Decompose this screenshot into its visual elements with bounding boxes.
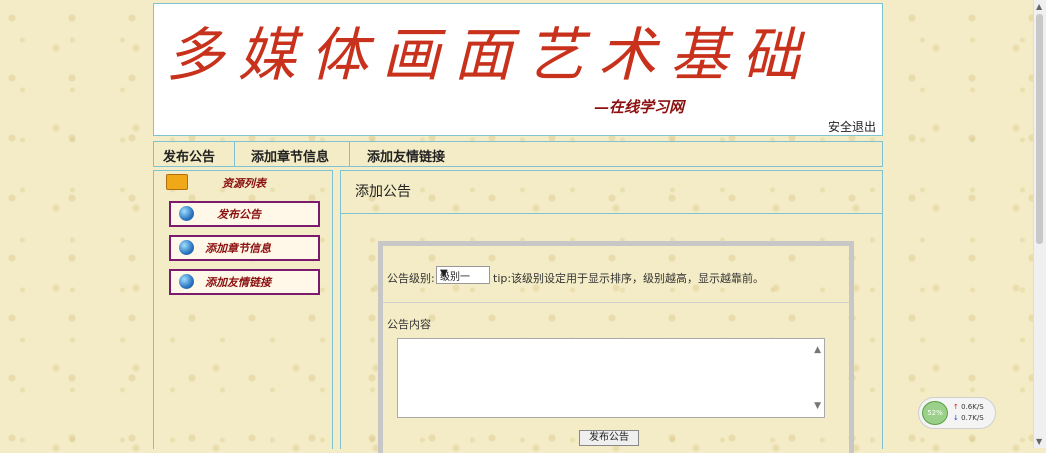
page-scrollbar[interactable]: ▲ ▼ bbox=[1033, 0, 1046, 448]
globe-icon bbox=[179, 274, 194, 289]
chevron-down-icon: ▼ bbox=[440, 268, 448, 279]
page-title: 添加公告 bbox=[355, 184, 411, 200]
globe-icon bbox=[179, 206, 194, 221]
main-panel-header: 添加公告 bbox=[341, 171, 882, 214]
nav-item-add-link[interactable]: 添加友情链接 bbox=[367, 146, 445, 165]
chevron-up-icon[interactable]: ▲ bbox=[1036, 2, 1042, 11]
sidebar-item-label: 发布公告 bbox=[217, 208, 261, 221]
level-select[interactable]: 级别一 ▼ bbox=[436, 266, 490, 284]
download-speed: ↓ 0.7K/S bbox=[953, 414, 984, 422]
upload-speed: ↑ 0.6K/S bbox=[953, 403, 984, 411]
network-usage-percent: 52% bbox=[922, 401, 948, 425]
content-label: 公告内容 bbox=[387, 318, 431, 331]
scroll-down-icon[interactable]: ▼ bbox=[814, 401, 821, 411]
folder-icon bbox=[166, 174, 188, 190]
sidebar-title: 资源列表 bbox=[222, 177, 266, 190]
sidebar: 资源列表 发布公告 添加章节信息 添加友情链接 bbox=[153, 170, 333, 449]
site-title: 多媒体画面艺术基础 bbox=[166, 21, 815, 89]
sidebar-item-label: 添加友情链接 bbox=[205, 276, 271, 289]
level-row: 公告级别: 级别一 ▼ tip:该级别设定用于显示排序，级别越高，显示越靠前。 bbox=[383, 246, 849, 303]
arrow-down-icon: ↓ bbox=[953, 414, 959, 422]
publish-notice-button[interactable]: 发布公告 bbox=[579, 430, 639, 446]
sidebar-item-publish-notice[interactable]: 发布公告 bbox=[169, 201, 320, 227]
level-label: 公告级别: bbox=[387, 272, 435, 285]
scrollbar-thumb[interactable] bbox=[1036, 14, 1043, 244]
site-header: 多媒体画面艺术基础 —在线学习网 安全退出 bbox=[153, 3, 883, 136]
level-hint: tip:该级别设定用于显示排序，级别越高，显示越靠前。 bbox=[493, 272, 765, 285]
globe-icon bbox=[179, 240, 194, 255]
chevron-down-icon[interactable]: ▼ bbox=[1036, 437, 1042, 446]
sidebar-item-label: 添加章节信息 bbox=[205, 242, 271, 255]
sidebar-item-add-link[interactable]: 添加友情链接 bbox=[169, 269, 320, 295]
logout-link[interactable]: 安全退出 bbox=[828, 118, 876, 135]
notice-form: 公告级别: 级别一 ▼ tip:该级别设定用于显示排序，级别越高，显示越靠前。 … bbox=[378, 241, 854, 453]
sidebar-header: 资源列表 bbox=[162, 173, 326, 191]
arrow-up-icon: ↑ bbox=[953, 403, 959, 411]
download-speed-value: 0.7K/S bbox=[961, 414, 984, 422]
top-nav: 发布公告 添加章节信息 添加友情链接 bbox=[153, 141, 883, 167]
nav-item-publish-notice[interactable]: 发布公告 bbox=[163, 146, 215, 165]
network-speed-widget[interactable]: 52% ↑ 0.6K/S ↓ 0.7K/S bbox=[918, 397, 996, 429]
nav-divider bbox=[234, 142, 235, 166]
nav-divider bbox=[349, 142, 350, 166]
upload-speed-value: 0.6K/S bbox=[961, 403, 984, 411]
site-subtitle: —在线学习网 bbox=[594, 98, 685, 116]
scroll-up-icon[interactable]: ▲ bbox=[814, 345, 821, 355]
content-textarea[interactable]: ▲ ▼ bbox=[397, 338, 825, 418]
sidebar-item-add-chapter[interactable]: 添加章节信息 bbox=[169, 235, 320, 261]
nav-item-add-chapter[interactable]: 添加章节信息 bbox=[251, 146, 329, 165]
